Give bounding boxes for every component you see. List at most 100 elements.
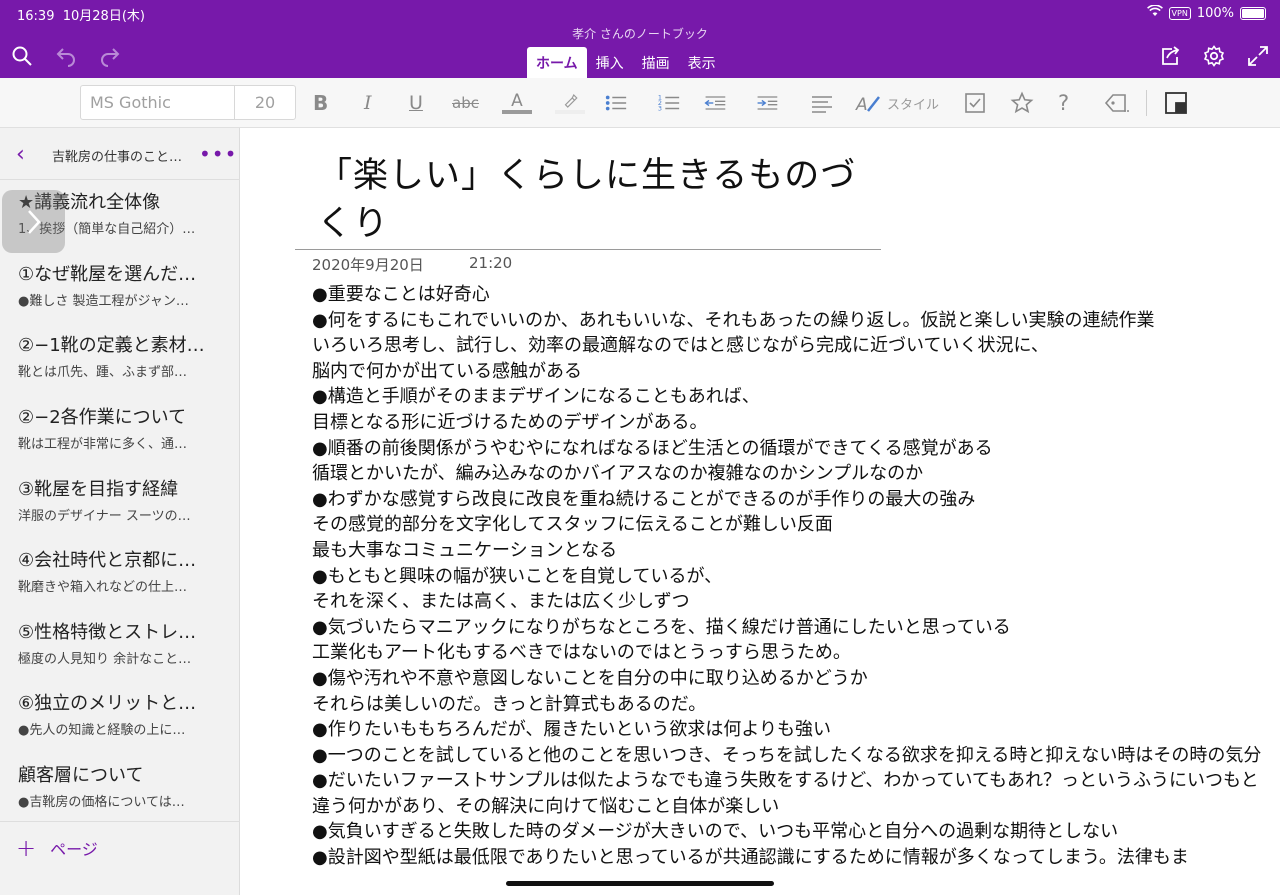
strikethrough-icon[interactable]: abc [452, 90, 479, 116]
note-canvas[interactable]: 「楽しい」くらしに生きるものづくり 2020年9月20日 21:20 ●重要なこ… [241, 128, 1280, 895]
tab-insert[interactable]: 挿入 [587, 47, 633, 78]
font-name-field[interactable]: MS Gothic [81, 86, 235, 119]
highlighter-icon[interactable] [555, 90, 585, 116]
page-date: 2020年9月20日 [312, 256, 424, 274]
vpn-badge: VPN [1168, 6, 1191, 20]
ribbon-toolbar: MS Gothic 20 B I U abc A 123 A スタイル ? [0, 78, 1280, 128]
page-list-item[interactable]: ⑥独立のメリットと… ●先人の知識と経験の上に… [0, 689, 240, 761]
note-body[interactable]: ●重要なことは好奇心 ●何をするにもこれでいいのか、あれもいいな、それもあったの… [312, 282, 1276, 871]
page-list-item-title: ②−1靴の定義と素材… [18, 335, 205, 356]
add-page-button[interactable]: + ページ [16, 834, 98, 862]
note-line: ●設計図や型紙は最低限でありたいと思っているが共通認識にするために情報が多くなっ… [312, 847, 1189, 869]
note-line: ●重要なことは好奇心 [312, 284, 490, 305]
star-icon[interactable] [1010, 90, 1034, 116]
page-list-item[interactable]: ②−2各作業について 靴は工程が非常に多く、通… [0, 403, 240, 475]
page-list-item[interactable]: ②−1靴の定義と素材… 靴とは爪先、踵、ふまず部… [0, 331, 240, 403]
title-divider [295, 249, 881, 250]
status-time: 16:39 10月28日(木) [17, 9, 145, 24]
redo-icon[interactable] [96, 42, 124, 70]
tab-home[interactable]: ホーム [527, 47, 587, 78]
page-list-item-title: 顧客層について [18, 765, 144, 786]
note-line: ●構造と手順がそのままデザインになることもあれば、 [312, 386, 760, 408]
more-icon[interactable]: ••• [199, 142, 237, 166]
sidebar-collapse-handle[interactable] [2, 190, 65, 253]
page-template-icon[interactable] [1164, 90, 1188, 116]
increase-indent-icon[interactable] [755, 90, 779, 116]
page-list-item-snippet: 洋服のデザイナー スーツの… [18, 509, 191, 524]
battery-percent: 100% [1196, 5, 1234, 21]
share-icon[interactable] [1156, 42, 1184, 70]
note-line: 目標となる形に近づけるためのデザインがある。 [312, 411, 708, 433]
note-line: 循環とかいたが、編み込みなのかバイアスなのか複雑なのかシンプルなのか [312, 463, 924, 485]
ribbon-tabs: ホーム 挿入 描画 表示 [527, 47, 725, 78]
page-list-item[interactable]: ⑤性格特徴とストレ… 極度の人見知り 余計なこと… [0, 618, 240, 690]
note-line: ●気負いすぎると失敗した時のダメージが大きいので、いつも平常心と自分への過剰な期… [312, 821, 1119, 843]
bold-icon[interactable]: B [313, 90, 328, 116]
back-icon[interactable]: ‹ [16, 142, 25, 167]
undo-icon[interactable] [52, 42, 80, 70]
section-header: ‹ 吉靴房の仕事のこと… ••• [0, 128, 240, 180]
svg-text:3: 3 [658, 104, 662, 112]
font-picker[interactable]: MS Gothic 20 [80, 85, 296, 120]
search-icon[interactable] [8, 42, 36, 70]
note-line: ●わずかな感覚すら改良に改良を重ね続けることができるのが手作りの最大の強み [312, 488, 976, 510]
tag-icon[interactable] [1103, 90, 1131, 116]
wifi-icon [1146, 4, 1163, 21]
page-list-item-title: ②−2各作業について [18, 407, 187, 428]
underline-icon[interactable]: U [409, 90, 423, 116]
note-line: ●何をするにもこれでいいのか、あれもいいな、それもあったの繰り返し。仮説と楽しい… [312, 309, 1155, 331]
font-color-icon[interactable]: A [502, 90, 532, 116]
note-line: 最も大事なコミュニケーションとなる [312, 539, 618, 561]
note-line: ●順番の前後関係がうやむやになればなるほど生活との循環ができてくる感覚がある [312, 437, 993, 459]
italic-icon[interactable]: I [364, 90, 372, 116]
styles-button[interactable]: A スタイル [855, 90, 939, 116]
page-list-item-title: ⑥独立のメリットと… [18, 693, 197, 714]
page-list-item[interactable]: ④会社時代と京都に… 靴磨きや箱入れなどの仕上… [0, 546, 240, 618]
notebook-title: 孝介 さんのノートブック [572, 27, 708, 41]
note-line: その感覚的部分を文字化してスタッフに伝えることが難しい反面 [312, 514, 833, 536]
align-icon[interactable] [810, 90, 834, 116]
page-list-item-title: ①なぜ靴屋を選んだ… [18, 264, 197, 285]
page-list-item-snippet: ●難しさ 製造工程がジャン… [18, 294, 189, 309]
note-line: ●作りたいももちろんだが、履きたいという欲求は何よりも強い [312, 719, 831, 741]
page-list-item-snippet: 極度の人見知り 余計なこと… [18, 652, 192, 667]
page-list-item-title: ③靴屋を目指す経緯 [18, 479, 179, 500]
page-list-item[interactable]: ①なぜ靴屋を選んだ… ●難しさ 製造工程がジャン… [0, 260, 240, 332]
page-list-item-title: ⑤性格特徴とストレ… [18, 622, 197, 643]
sidebar-footer: + ページ [0, 821, 240, 896]
question-icon[interactable]: ? [1058, 90, 1069, 116]
page-time: 21:20 [469, 254, 513, 272]
status-indicators: VPN 100% [1146, 4, 1266, 21]
numbered-list-icon[interactable]: 123 [657, 90, 681, 116]
styles-label: スタイル [887, 97, 940, 113]
note-line: ●気づいたらマニアックになりがちなところを、描く線だけ普通にしたいと思っている [312, 616, 1011, 638]
page-list-item-snippet: 靴磨きや箱入れなどの仕上… [18, 580, 188, 595]
battery-icon [1240, 6, 1266, 20]
decrease-indent-icon[interactable] [703, 90, 727, 116]
tab-view[interactable]: 表示 [679, 47, 725, 78]
note-line: 工業化もアート化もするべきではないのではとうっすら思うため。 [312, 642, 851, 664]
note-line: ●もともと興味の幅が狭いことを自覚しているが、 [312, 565, 723, 587]
svg-text:A: A [855, 95, 868, 115]
plus-icon: + [16, 834, 37, 862]
page-list-item-snippet: 靴は工程が非常に多く、通… [18, 437, 188, 452]
note-line: いろいろ思考し、試行し、効率の最適解なのではと感じながら完成に近づいていく状況に… [312, 335, 1049, 357]
font-size-field[interactable]: 20 [235, 93, 295, 112]
home-indicator[interactable] [506, 881, 774, 886]
section-name[interactable]: 吉靴房の仕事のこと… [52, 146, 182, 165]
todo-tag-icon[interactable] [963, 90, 987, 116]
tab-draw[interactable]: 描画 [633, 47, 679, 78]
chevron-right-icon [27, 209, 41, 234]
expand-icon[interactable] [1244, 42, 1272, 70]
bulleted-list-icon[interactable] [604, 90, 628, 116]
note-line: それらは美しいのだ。きっと計算式もあるのだ。 [312, 693, 707, 715]
page-list-item[interactable]: ③靴屋を目指す経緯 洋服のデザイナー スーツの… [0, 475, 240, 547]
page-list-item-snippet: 靴とは爪先、踵、ふまず部… [18, 365, 188, 380]
gear-icon[interactable] [1200, 42, 1228, 70]
page-list-item-snippet: ●先人の知識と経験の上に… [18, 723, 186, 738]
note-line: 脳内で何かが出ている感触がある [312, 360, 582, 382]
note-line: それを深く、または高く、または広く少しずつ [312, 591, 690, 613]
page-list-item-snippet: ●吉靴房の価格については… [18, 795, 185, 810]
page-title[interactable]: 「楽しい」くらしに生きるものづくり [317, 152, 877, 248]
note-line: ●一つのことを試していると他のことを思いつき、そっちを試したくなる欲求を抑える時… [312, 744, 1262, 766]
